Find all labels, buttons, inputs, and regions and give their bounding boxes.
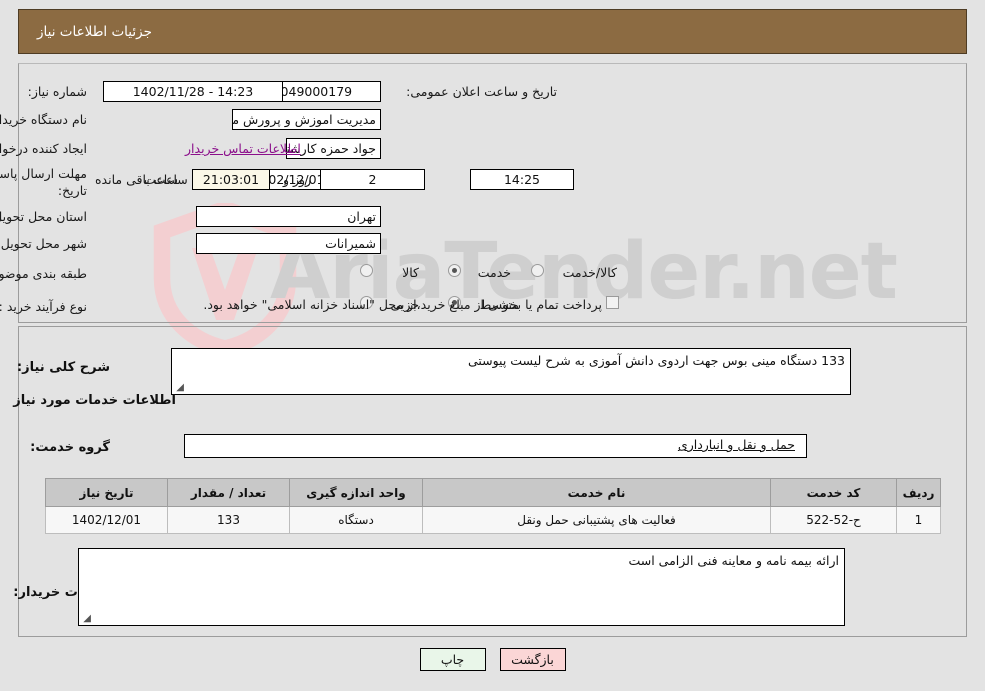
th-unit: واحد اندازه گیری (289, 478, 423, 507)
service-group-value: حمل و نقل و انبارداری (677, 437, 795, 452)
time-remaining-label: ساعت باقی مانده (95, 172, 188, 187)
general-description-textarea[interactable]: 133 دستگاه مینی بوس جهت اردوی دانش آموزی… (171, 348, 851, 395)
td-name: فعالیت های پشتیبانی حمل ونقل (422, 506, 771, 534)
radio-classification-goods-service[interactable] (531, 264, 544, 277)
page-header: جزئیات اطلاعات نیاز (18, 9, 967, 54)
th-qty: تعداد / مقدار (167, 478, 290, 507)
radio-classification-goods[interactable] (360, 264, 373, 277)
hour-value: 14:25 (470, 169, 574, 190)
general-description-value: 133 دستگاه مینی بوس جهت اردوی دانش آموزی… (467, 353, 845, 368)
purchase-type-label: نوع فرآیند خرید : (0, 299, 87, 314)
table-row: 1 ح-52-522 فعالیت های پشتیبانی حمل ونقل … (45, 506, 941, 534)
province-value: تهران (196, 206, 381, 227)
buyer-contact-link[interactable]: اطلاعات تماس خریدار (185, 141, 301, 156)
treasury-bonds-note: پرداخت تمام یا بخشی از مبلغ خرید،از محل … (203, 297, 602, 312)
buyer-notes-value: ارائه بیمه نامه و معاینه فنی الزامی است (628, 553, 839, 568)
treasury-bonds-checkbox[interactable] (606, 296, 619, 309)
deadline-label-line2: تاریخ: (57, 183, 87, 198)
services-section-title: اطلاعات خدمات مورد نیاز (13, 393, 176, 408)
need-info-panel (18, 63, 967, 323)
days-label: روز و (283, 172, 312, 187)
deadline-label-line1: مهلت ارسال پاسخ: تا (0, 166, 87, 181)
city-label: شهر محل تحویل: (0, 236, 87, 251)
td-code: ح-52-522 (770, 506, 897, 534)
th-code: کد خدمت (770, 478, 897, 507)
resize-grip-icon[interactable]: ◢ (174, 383, 184, 393)
classification-label: طبقه بندی موضوعی: (0, 266, 87, 281)
resize-grip-icon-2[interactable]: ◢ (81, 614, 91, 624)
print-button[interactable]: چاپ (419, 648, 486, 671)
buyer-org-value: مدیریت اموزش و پرورش منطقه 1 شهر تهران (232, 109, 381, 130)
radio-label-goods: کالا (402, 265, 419, 280)
announce-datetime-value: 14:23 - 1402/11/28 (103, 81, 283, 102)
services-table: ردیف کد خدمت نام خدمت واحد اندازه گیری ت… (45, 478, 941, 534)
td-qty: 133 (167, 506, 290, 534)
province-label: استان محل تحویل: (0, 209, 87, 224)
time-remaining-value: 21:03:01 (192, 169, 270, 190)
buyer-notes-textarea[interactable]: ارائه بیمه نامه و معاینه فنی الزامی است … (78, 548, 845, 626)
general-description-label: شرح کلی نیاز: (16, 360, 110, 375)
city-value: شمیرانات (196, 233, 381, 254)
days-remaining-value: 2 (320, 169, 425, 190)
th-row: ردیف (896, 478, 941, 507)
td-unit: دستگاه (289, 506, 423, 534)
page-root: AriaTender.net جزئیات اطلاعات نیاز شماره… (0, 0, 985, 691)
td-row: 1 (896, 506, 941, 534)
radio-label-service: خدمت (477, 265, 511, 280)
buyer-org-label: نام دستگاه خریدار: (0, 112, 87, 127)
need-number-label: شماره نیاز: (27, 84, 87, 99)
table-header-row: ردیف کد خدمت نام خدمت واحد اندازه گیری ت… (45, 478, 941, 507)
back-button[interactable]: بازگشت (499, 648, 566, 671)
th-name: نام خدمت (422, 478, 771, 507)
td-date: 1402/12/01 (45, 506, 168, 534)
radio-label-goods-service: کالا/خدمت (562, 265, 617, 280)
radio-classification-service[interactable] (448, 264, 461, 277)
page-title: جزئیات اطلاعات نیاز (37, 23, 152, 40)
button-row: بازگشت چاپ (0, 648, 985, 671)
announce-datetime-label: تاریخ و ساعت اعلان عمومی: (406, 84, 557, 99)
th-date: تاریخ نیاز (45, 478, 168, 507)
creator-label: ایجاد کننده درخواست: (0, 141, 87, 156)
service-group-label: گروه خدمت: (30, 440, 110, 455)
